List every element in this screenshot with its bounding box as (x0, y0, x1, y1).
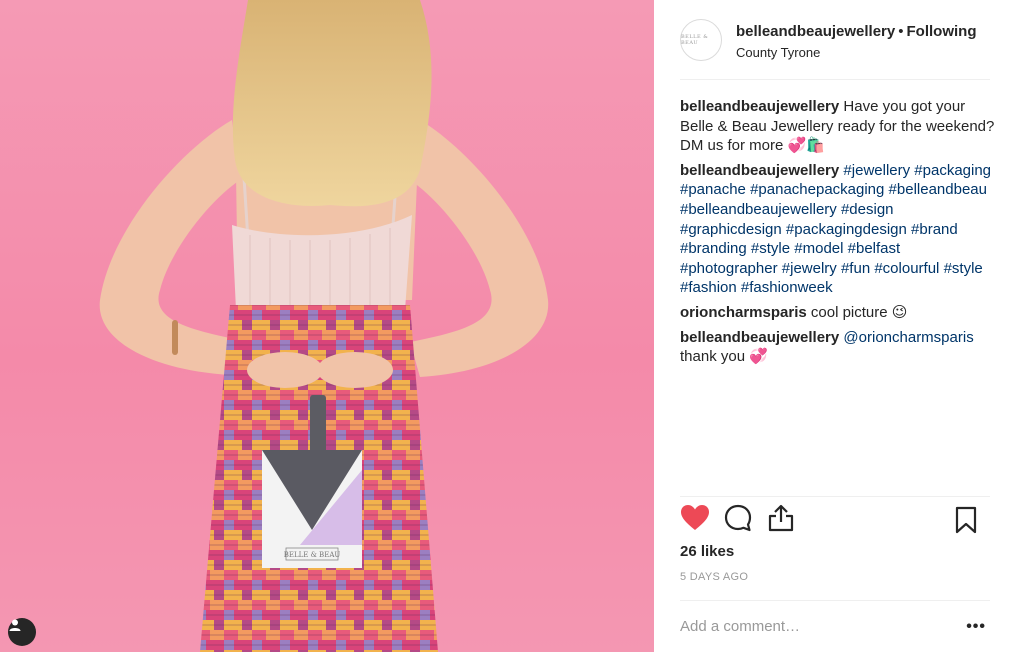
hashtag-link[interactable]: #belleandbeaujewellery (680, 201, 837, 218)
comment-input[interactable] (680, 618, 960, 635)
hashtag-link[interactable]: #brand (911, 221, 958, 238)
post-details-panel: BELLE & BEAU belleandbeaujewellery • Follo… (654, 0, 1018, 652)
caption: belleandbeaujewellery Have you got your … (680, 97, 995, 156)
post-timestamp[interactable]: 5 DAYS AGO (680, 571, 748, 583)
hashtag-link[interactable]: #model (794, 240, 843, 257)
comment-icon (724, 504, 752, 537)
action-bar (680, 496, 990, 544)
hashtag-link[interactable]: #belfast (848, 240, 901, 257)
comment-text: cool picture 😉 (810, 303, 908, 321)
comment: belleandbeaujewellery @orioncharmsparis … (680, 328, 995, 367)
heart-icon (681, 505, 709, 536)
instagram-post: BELLE & BEAU BELLE & BEAU belleandbeauje… (0, 0, 1018, 652)
post-header: BELLE & BEAU belleandbeaujewellery • Follo… (680, 18, 990, 80)
comment-button[interactable] (723, 504, 753, 537)
likes-count[interactable]: 26 likes (680, 543, 734, 560)
more-options-button[interactable]: ••• (966, 618, 986, 636)
share-button[interactable] (766, 504, 796, 537)
separator-dot: • (898, 23, 904, 40)
header-text: belleandbeaujewellery • Following County T… (736, 22, 977, 60)
bookmark-icon (955, 506, 977, 539)
hashtag-link[interactable]: #fashionweek (741, 279, 833, 296)
photo-illustration: BELLE & BEAU (99, 0, 549, 652)
share-icon (768, 504, 794, 537)
location-link[interactable]: County Tyrone (736, 45, 977, 60)
following-button[interactable]: Following (907, 23, 977, 40)
username-link[interactable]: belleandbeaujewellery (736, 23, 895, 40)
comment-username[interactable]: belleandbeaujewellery (680, 98, 839, 115)
comment-text: thank you 💞 (680, 348, 768, 366)
hashtag-link[interactable]: #fun (841, 260, 870, 277)
post-photo[interactable]: BELLE & BEAU (0, 0, 654, 652)
comment-username[interactable]: belleandbeaujewellery (680, 329, 839, 346)
hashtag-link[interactable]: #graphicdesign (680, 221, 782, 238)
hashtag-comment: belleandbeaujewellery #jewellery #packag… (680, 161, 995, 298)
comment: orioncharmsparis cool picture 😉 (680, 303, 995, 323)
avatar-logo-text: BELLE & BEAU (681, 34, 709, 46)
hashtag-link[interactable]: #colourful (874, 260, 939, 277)
hashtag-link[interactable]: #style (944, 260, 983, 277)
hashtag-link[interactable]: #belleandbeau (889, 181, 987, 198)
comments-list: belleandbeaujewellery Have you got your … (680, 97, 995, 372)
save-button[interactable] (951, 506, 981, 539)
like-button[interactable] (680, 505, 710, 536)
hashtag-link[interactable]: #panachepackaging (750, 181, 884, 198)
hashtag-link[interactable]: #style (751, 240, 790, 257)
hashtag-link[interactable]: #design (841, 201, 894, 218)
avatar[interactable]: BELLE & BEAU (680, 19, 722, 61)
header-line: belleandbeaujewellery • Following (736, 22, 977, 41)
mention-link[interactable]: @orioncharmsparis (843, 329, 973, 346)
comment-username[interactable]: belleandbeaujewellery (680, 162, 839, 179)
tag-user-button[interactable] (8, 618, 36, 646)
add-comment-section: ••• (680, 600, 990, 652)
hashtag-link[interactable]: #jewelry (782, 260, 837, 277)
hashtag-link[interactable]: #fashion (680, 279, 737, 296)
hashtag-link[interactable]: #photographer (680, 260, 778, 277)
hashtag-link[interactable]: #jewellery (843, 162, 910, 179)
hashtag-link[interactable]: #packagingdesign (786, 221, 907, 238)
comment-username[interactable]: orioncharmsparis (680, 304, 807, 321)
hashtag-link[interactable]: #packaging (914, 162, 991, 179)
hashtag-link[interactable]: #branding (680, 240, 747, 257)
hashtag-link[interactable]: #panache (680, 181, 746, 198)
bag-label: BELLE & BEAU (284, 551, 341, 559)
